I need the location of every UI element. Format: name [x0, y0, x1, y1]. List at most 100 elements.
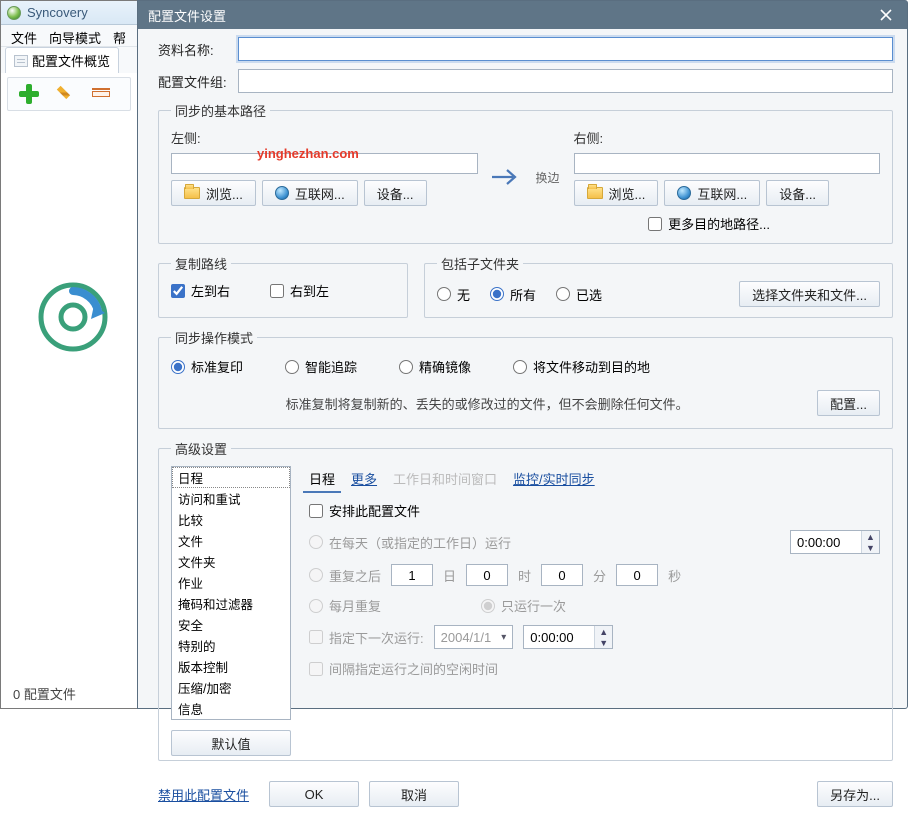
next-run-checkbox[interactable]: 指定下一次运行:	[309, 628, 424, 647]
chevron-down-icon[interactable]: ▼	[595, 637, 612, 648]
subfolders-all-radio[interactable]: 所有	[490, 285, 536, 304]
left-path-label: 左侧:	[171, 128, 478, 147]
toolbar-btn-3[interactable]	[88, 81, 114, 107]
subtab-more[interactable]: 更多	[345, 466, 383, 493]
menubar: 文件 向导模式 帮	[1, 25, 137, 47]
menu-wizard[interactable]: 向导模式	[45, 27, 105, 44]
list-item[interactable]: 版本控制	[172, 656, 290, 677]
subfolders-none-radio[interactable]: 无	[437, 285, 470, 304]
next-run-time-spinner[interactable]: ▲▼	[523, 625, 613, 649]
menu-help[interactable]: 帮	[109, 27, 130, 44]
daily-time-spinner[interactable]: ▲▼	[790, 530, 880, 554]
more-dest-checkbox[interactable]: 更多目的地路径...	[648, 214, 770, 233]
mode-smart-radio[interactable]: 智能追踪	[285, 357, 357, 376]
list-item[interactable]: 文件	[172, 530, 290, 551]
select-files-button[interactable]: 选择文件夹和文件...	[739, 281, 880, 307]
swap-sides-button[interactable]: 换边	[532, 167, 564, 188]
right-device-button[interactable]: 设备...	[766, 180, 829, 206]
left-internet-button[interactable]: 互联网...	[262, 180, 358, 206]
mode-move-radio[interactable]: 将文件移动到目的地	[513, 357, 650, 376]
idle-time-checkbox[interactable]: 间隔指定运行之间的空闲时间	[309, 659, 498, 678]
tab-profile-overview[interactable]: 配置文件概览	[5, 47, 119, 73]
paths-legend: 同步的基本路径	[171, 101, 270, 120]
dialog-title: 配置文件设置	[148, 6, 226, 25]
left-path-input[interactable]	[171, 153, 478, 174]
list-item[interactable]: 安全	[172, 614, 290, 635]
menu-file[interactable]: 文件	[7, 27, 41, 44]
subtab-workday: 工作日和时间窗口	[387, 466, 503, 493]
edit-button[interactable]	[52, 81, 78, 107]
subtab-monitor[interactable]: 监控/实时同步	[507, 466, 601, 493]
monthly-radio[interactable]: 每月重复	[309, 596, 381, 615]
list-item[interactable]: 文件夹	[172, 551, 290, 572]
chevron-up-icon[interactable]: ▲	[862, 531, 879, 542]
profile-name-label: 资料名称:	[158, 40, 238, 59]
profile-group-input[interactable]	[238, 69, 893, 93]
right-internet-button[interactable]: 互联网...	[664, 180, 760, 206]
dialog-close-button[interactable]	[875, 4, 897, 26]
advanced-legend: 高级设置	[171, 439, 231, 458]
chevron-down-icon: ▾	[501, 632, 506, 643]
repeat-hours-input[interactable]	[466, 564, 508, 586]
chevron-down-icon[interactable]: ▼	[862, 542, 879, 553]
globe-icon	[275, 186, 289, 200]
disable-profile-link[interactable]: 禁用此配置文件	[158, 785, 249, 804]
repeat-days-input[interactable]	[391, 564, 433, 586]
folder-icon	[184, 187, 200, 199]
profile-count: 0 配置文件	[13, 684, 76, 703]
app-logo-icon	[7, 6, 21, 20]
right-path-label: 右侧:	[574, 128, 881, 147]
list-item[interactable]: 掩码和过滤器	[172, 593, 290, 614]
list-item[interactable]: 特别的	[172, 635, 290, 656]
sync-mode-fieldset: 同步操作模式 标准复印 智能追踪 精确镜像 将文件移动到目的地 标准复制将复制新…	[158, 328, 893, 429]
folder-icon	[587, 187, 603, 199]
subfolders-fieldset: 包括子文件夹 无 所有 已选 选择文件夹和文件...	[424, 254, 893, 318]
list-item[interactable]: 作业	[172, 572, 290, 593]
toolbar	[7, 77, 131, 111]
left-device-button[interactable]: 设备...	[364, 180, 427, 206]
mode-standard-radio[interactable]: 标准复印	[171, 357, 243, 376]
schedule-enable-checkbox[interactable]: 安排此配置文件	[309, 501, 420, 520]
right-path-input[interactable]	[574, 153, 881, 174]
subfolders-legend: 包括子文件夹	[437, 254, 523, 273]
right-browse-button[interactable]: 浏览...	[574, 180, 659, 206]
list-item[interactable]: 访问和重试	[172, 488, 290, 509]
subfolders-selected-radio[interactable]: 已选	[556, 285, 602, 304]
ok-button[interactable]: OK	[269, 781, 359, 807]
list-item[interactable]: 比较	[172, 509, 290, 530]
save-as-button[interactable]: 另存为...	[817, 781, 893, 807]
left-browse-button[interactable]: 浏览...	[171, 180, 256, 206]
dialog-titlebar[interactable]: 配置文件设置	[138, 1, 907, 29]
mode-mirror-radio[interactable]: 精确镜像	[399, 357, 471, 376]
bar-icon	[92, 91, 110, 97]
copy-route-legend: 复制路线	[171, 254, 231, 273]
list-item[interactable]: 压缩/加密	[172, 677, 290, 698]
close-icon	[880, 9, 892, 21]
mode-configure-button[interactable]: 配置...	[817, 390, 880, 416]
next-run-date-picker[interactable]: 2004/1/1▾	[434, 625, 514, 649]
repeat-radio[interactable]: 重复之后	[309, 566, 381, 585]
subtab-schedule[interactable]: 日程	[303, 466, 341, 493]
main-titlebar[interactable]: Syncovery	[1, 1, 137, 25]
sync-mode-legend: 同步操作模式	[171, 328, 257, 347]
add-button[interactable]	[16, 81, 42, 107]
advanced-listbox[interactable]: 日程 访问和重试 比较 文件 文件夹 作业 掩码和过滤器 安全 特别的 版本控制…	[171, 466, 291, 720]
cancel-button[interactable]: 取消	[369, 781, 459, 807]
defaults-button[interactable]: 默认值	[171, 730, 291, 756]
profile-name-input[interactable]	[238, 37, 893, 61]
chevron-up-icon[interactable]: ▲	[595, 626, 612, 637]
left-to-right-checkbox[interactable]: 左到右	[171, 281, 230, 300]
daily-radio[interactable]: 在每天（或指定的工作日）运行	[309, 533, 511, 552]
pencil-icon	[52, 81, 77, 106]
profile-settings-dialog: 配置文件设置 资料名称: 配置文件组: 同步的基本路径 左侧: 浏览...	[137, 0, 908, 709]
advanced-fieldset: 高级设置 日程 访问和重试 比较 文件 文件夹 作业 掩码和过滤器 安全 特别的…	[158, 439, 893, 761]
schedule-subtabs: 日程 更多 工作日和时间窗口 监控/实时同步	[303, 466, 880, 493]
run-once-radio[interactable]: 只运行一次	[481, 596, 566, 615]
repeat-mins-input[interactable]	[541, 564, 583, 586]
list-icon	[14, 55, 28, 67]
right-to-left-checkbox[interactable]: 右到左	[270, 281, 329, 300]
plus-icon	[19, 84, 39, 104]
app-title: Syncovery	[27, 5, 88, 20]
repeat-secs-input[interactable]	[616, 564, 658, 586]
list-item[interactable]: 日程	[172, 467, 290, 488]
